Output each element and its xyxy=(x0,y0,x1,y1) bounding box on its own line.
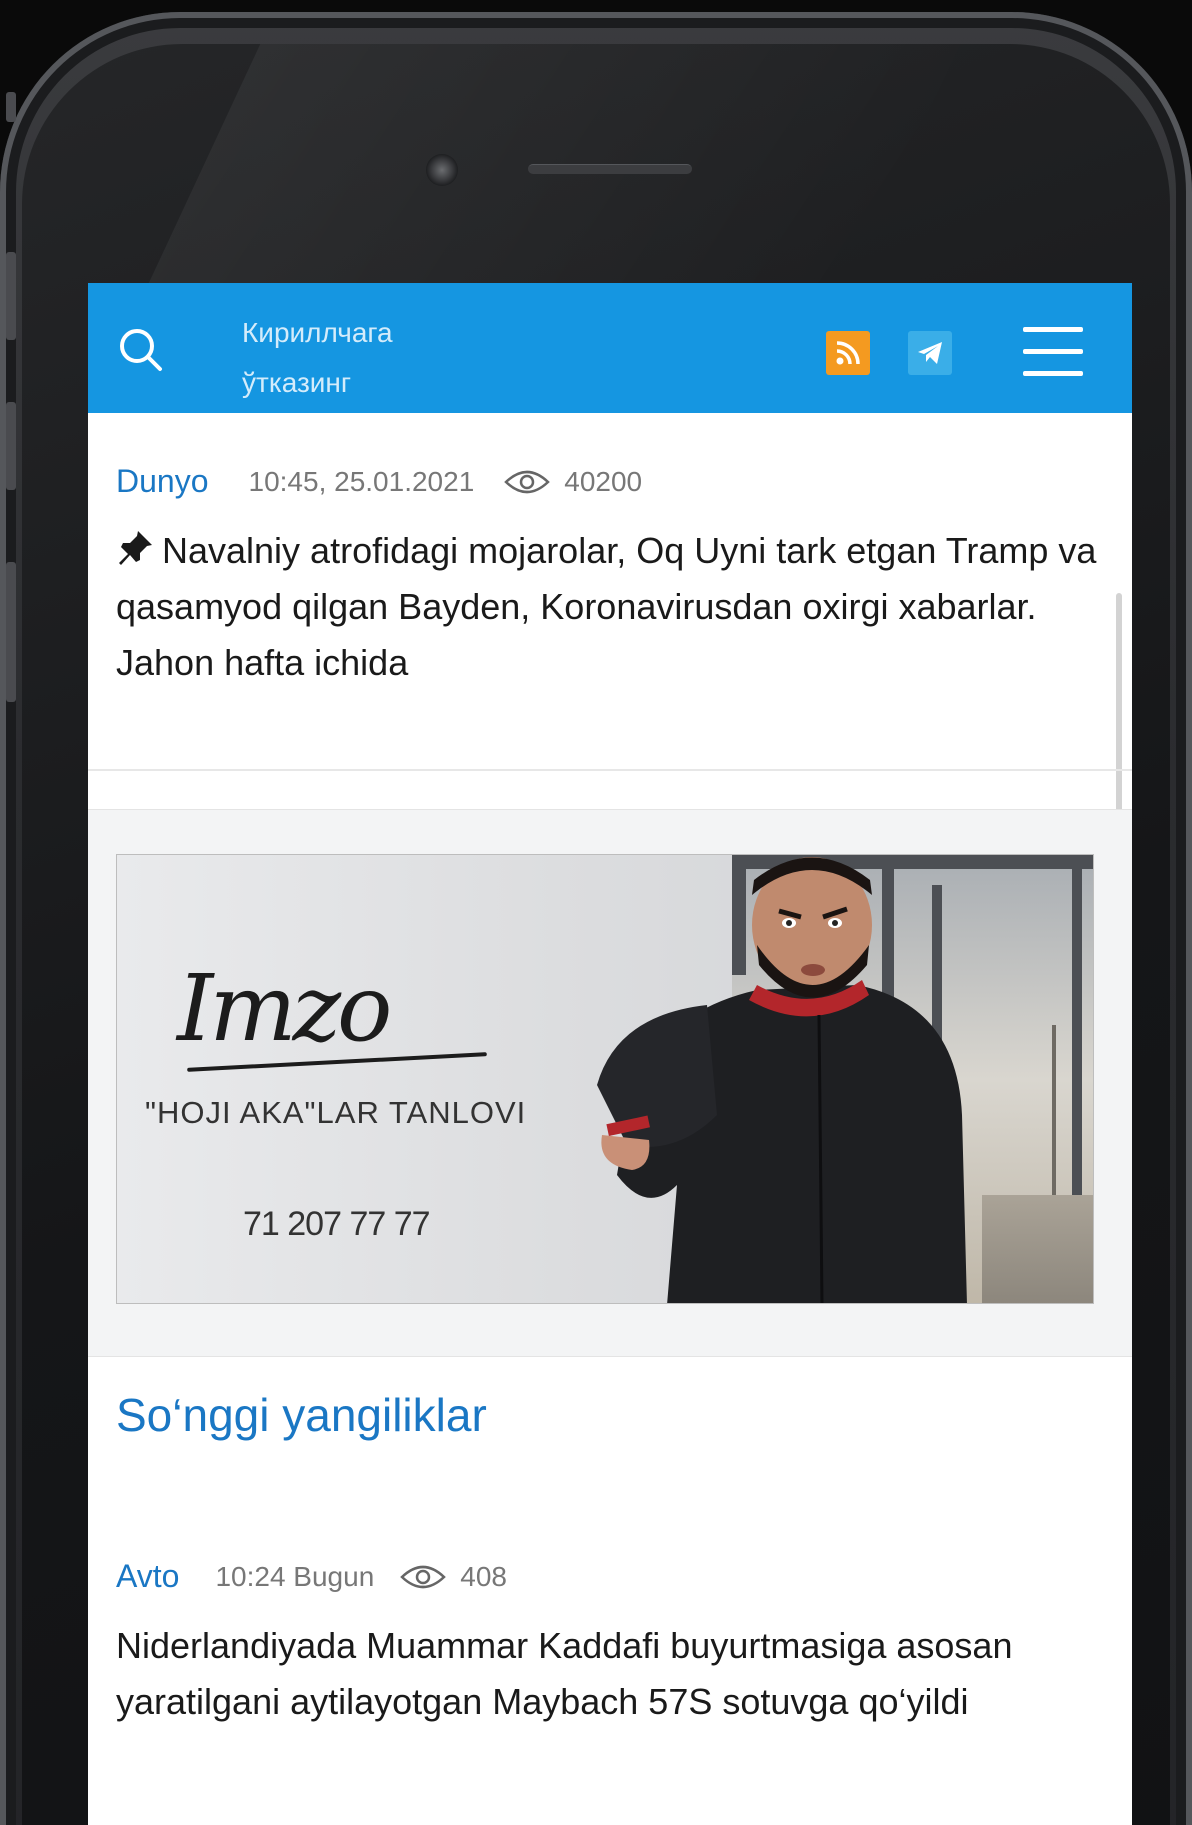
telegram-button[interactable] xyxy=(908,331,952,375)
pin-icon xyxy=(119,531,152,565)
volume-up-button xyxy=(6,252,16,340)
article-category[interactable]: Dunyo xyxy=(116,463,209,500)
news-item-title[interactable]: Niderlandiyada Muammar Kaddafi buyurtmas… xyxy=(116,1618,1116,1730)
screen: Кириллчага ўтказинг Dunyo 10:45, 25.01.2… xyxy=(88,283,1132,1825)
divider xyxy=(88,769,1132,771)
article-meta: Avto 10:24 Bugun 408 xyxy=(116,1558,507,1595)
article-category[interactable]: Avto xyxy=(116,1558,179,1595)
ad-slogan: "HOJI AKA"LAR TANLOVI xyxy=(145,1095,527,1130)
article-time: 10:24 Bugun xyxy=(215,1560,375,1592)
telegram-icon xyxy=(918,342,942,364)
ad-phone-number: 71 207 77 77 xyxy=(243,1205,431,1243)
mute-switch xyxy=(6,92,16,122)
views-count: 408 xyxy=(460,1560,507,1592)
featured-article-title-text: Navalniy atrofidagi mojarolar, Oq Uyni t… xyxy=(116,530,1097,683)
rss-icon xyxy=(836,341,860,365)
section-title-latest: So‘nggi yangiliklar xyxy=(116,1389,487,1441)
volume-down-button xyxy=(6,402,16,490)
header-bar: Кириллчага ўтказинг xyxy=(88,283,1132,413)
search-icon[interactable] xyxy=(118,327,164,373)
article-meta: Dunyo 10:45, 25.01.2021 40200 xyxy=(116,463,642,500)
imzo-logo: Imzo xyxy=(177,955,392,1062)
cyrillic-switch-link[interactable]: Кириллчага ўтказинг xyxy=(242,308,502,408)
featured-article-title[interactable]: Navalniy atrofidagi mojarolar, Oq Uyni t… xyxy=(116,523,1116,691)
side-button xyxy=(6,562,16,702)
front-camera xyxy=(426,154,458,186)
article-time: 10:45, 25.01.2021 xyxy=(248,465,475,497)
ad-person-photo xyxy=(597,857,967,1303)
eye-icon xyxy=(400,1565,447,1588)
hamburger-menu-icon[interactable] xyxy=(1023,327,1083,377)
article-views: 40200 xyxy=(504,466,642,498)
eye-icon xyxy=(504,470,551,493)
article-views: 408 xyxy=(400,1561,507,1593)
ad-banner[interactable]: Imzo "HOJI AKA"LAR TANLOVI 71 207 77 77 xyxy=(116,854,1094,1304)
earpiece-speaker xyxy=(528,164,692,174)
rss-button[interactable] xyxy=(826,331,870,375)
views-count: 40200 xyxy=(564,465,643,497)
